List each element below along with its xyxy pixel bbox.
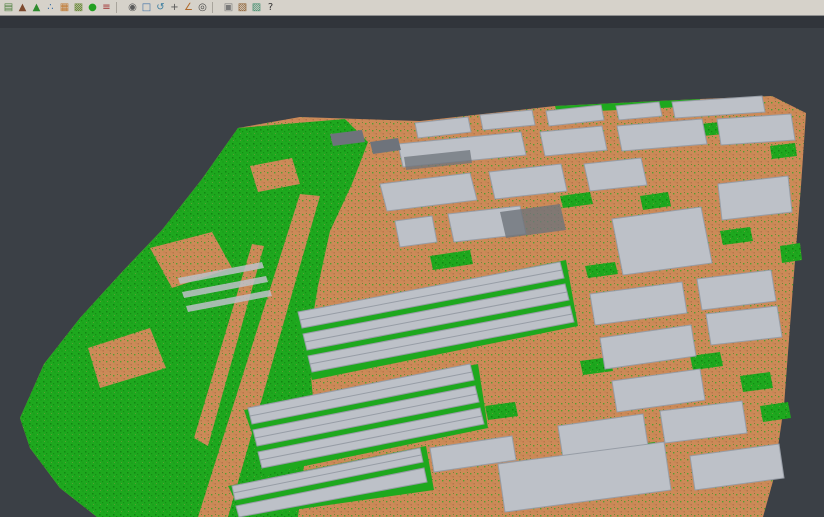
crop-icon[interactable]: ▧ xyxy=(236,1,249,14)
point-cloud-icon[interactable]: ∴ xyxy=(44,1,57,14)
pan-view-icon[interactable]: + xyxy=(168,1,181,14)
toolbar-separator xyxy=(116,2,123,13)
mesh-icon[interactable]: ≡ xyxy=(100,1,113,14)
viewport-top-shade xyxy=(0,16,824,28)
ortho-icon[interactable]: ▩ xyxy=(72,1,85,14)
classification-icon[interactable]: ● xyxy=(86,1,99,14)
settings-icon[interactable]: ◉ xyxy=(126,1,139,14)
scene-canvas xyxy=(0,16,824,517)
screenshot-icon[interactable]: ▣ xyxy=(222,1,235,14)
zoom-extents-icon[interactable]: □ xyxy=(140,1,153,14)
measure-icon[interactable]: ∠ xyxy=(182,1,195,14)
help-icon[interactable]: ? xyxy=(264,1,277,14)
camera-icon[interactable]: ◎ xyxy=(196,1,209,14)
toolbar: ▤▲▲∴▦▩●≡◉□↺+∠◎▣▧▨? xyxy=(0,0,824,16)
3d-viewport[interactable] xyxy=(0,16,824,517)
terrain-icon[interactable]: ▲ xyxy=(16,1,29,14)
toolbar-separator xyxy=(212,2,219,13)
grid-icon[interactable]: ▦ xyxy=(58,1,71,14)
texture-icon[interactable]: ▨ xyxy=(250,1,263,14)
application-window: ▤▲▲∴▦▩●≡◉□↺+∠◎▣▧▨? xyxy=(0,0,824,517)
layers-icon[interactable]: ▤ xyxy=(2,1,15,14)
rotate-view-icon[interactable]: ↺ xyxy=(154,1,167,14)
vegetation-icon[interactable]: ▲ xyxy=(30,1,43,14)
